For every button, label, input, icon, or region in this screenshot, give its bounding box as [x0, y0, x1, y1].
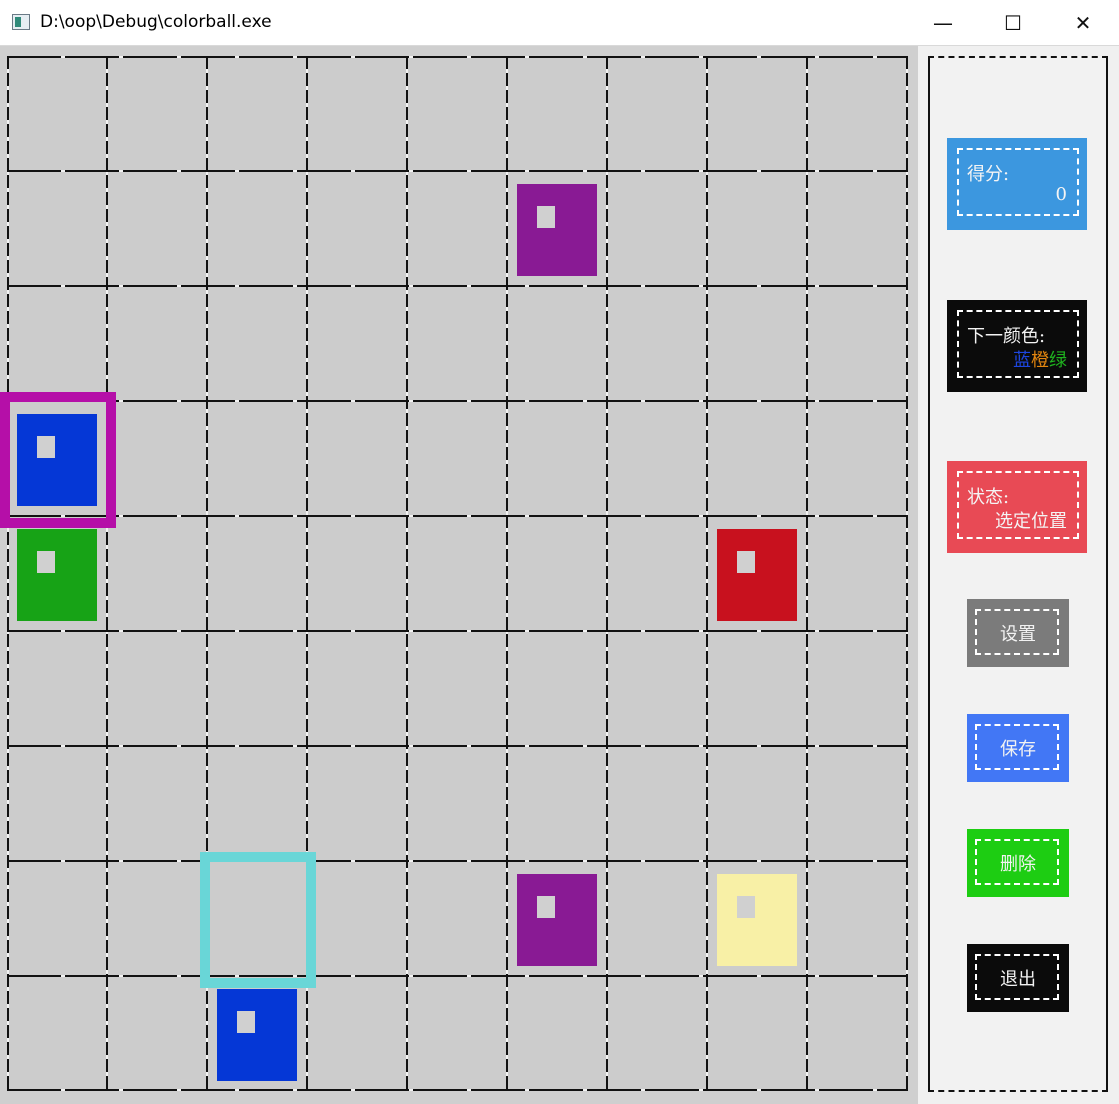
delete-button-label: 删除 — [1000, 854, 1036, 875]
grid-line-vertical — [606, 56, 608, 1091]
next-colors-label: 下一颜色: — [967, 326, 1046, 347]
close-icon: ✕ — [1074, 11, 1092, 35]
ball-highlight — [537, 896, 555, 918]
board-area — [0, 46, 918, 1104]
ball-highlight — [237, 1011, 255, 1033]
next-color-3: 绿 — [1049, 350, 1067, 371]
status-box: 状态: 选定位置 — [947, 461, 1087, 553]
color-ball[interactable] — [717, 529, 797, 621]
color-ball[interactable] — [517, 874, 597, 966]
window-title: D:\oop\Debug\colorball.exe — [40, 12, 272, 32]
grid-line-vertical — [106, 56, 108, 1091]
score-box: 得分: 0 — [947, 138, 1087, 230]
status-value: 选定位置 — [995, 511, 1067, 532]
grid-line-horizontal — [7, 1089, 908, 1091]
score-label: 得分: — [967, 164, 1010, 185]
status-label: 状态: — [967, 487, 1010, 508]
grid-line-horizontal — [7, 975, 908, 977]
color-ball[interactable] — [17, 529, 97, 621]
ball-highlight — [37, 436, 55, 458]
ball-highlight — [737, 896, 755, 918]
grid-line-horizontal — [7, 285, 908, 287]
next-color-1: 蓝 — [1013, 350, 1031, 371]
game-board[interactable] — [0, 56, 908, 1091]
score-value: 0 — [1055, 184, 1067, 205]
app-icon — [12, 14, 30, 30]
color-ball[interactable] — [17, 414, 97, 506]
grid-line-horizontal — [7, 515, 908, 517]
color-ball[interactable] — [717, 874, 797, 966]
next-colors-value: 蓝橙绿 — [1013, 346, 1067, 372]
grid-line-vertical — [906, 56, 908, 1091]
grid-line-vertical — [406, 56, 408, 1091]
minimize-button[interactable]: — — [908, 0, 978, 46]
grid-line-vertical — [806, 56, 808, 1091]
selected-cell-highlight[interactable] — [200, 852, 316, 988]
grid-line-horizontal — [7, 400, 908, 402]
grid-line-vertical — [706, 56, 708, 1091]
color-ball[interactable] — [517, 184, 597, 276]
maximize-icon: ☐ — [1004, 11, 1022, 35]
minimize-icon: — — [933, 11, 953, 35]
settings-button[interactable]: 设置 — [967, 599, 1069, 667]
ball-highlight — [37, 551, 55, 573]
ball-highlight — [737, 551, 755, 573]
window-titlebar[interactable]: D:\oop\Debug\colorball.exe — ☐ ✕ — [0, 0, 1119, 46]
grid-line-vertical — [7, 56, 9, 1091]
delete-button[interactable]: 删除 — [967, 829, 1069, 897]
ball-highlight — [537, 206, 555, 228]
save-button-label: 保存 — [1000, 739, 1036, 760]
exit-button[interactable]: 退出 — [967, 944, 1069, 1012]
close-button[interactable]: ✕ — [1048, 0, 1118, 46]
settings-button-label: 设置 — [1000, 624, 1036, 645]
grid-line-horizontal — [7, 56, 908, 58]
grid-line-horizontal — [7, 630, 908, 632]
grid-line-horizontal — [7, 745, 908, 747]
next-color-2: 橙 — [1031, 350, 1049, 371]
grid-line-horizontal — [7, 170, 908, 172]
maximize-button[interactable]: ☐ — [978, 0, 1048, 46]
save-button[interactable]: 保存 — [967, 714, 1069, 782]
exit-button-label: 退出 — [1000, 969, 1036, 990]
next-colors-box: 下一颜色: 蓝橙绿 — [947, 300, 1087, 392]
grid-line-horizontal — [7, 860, 908, 862]
color-ball[interactable] — [217, 989, 297, 1081]
grid-line-vertical — [506, 56, 508, 1091]
